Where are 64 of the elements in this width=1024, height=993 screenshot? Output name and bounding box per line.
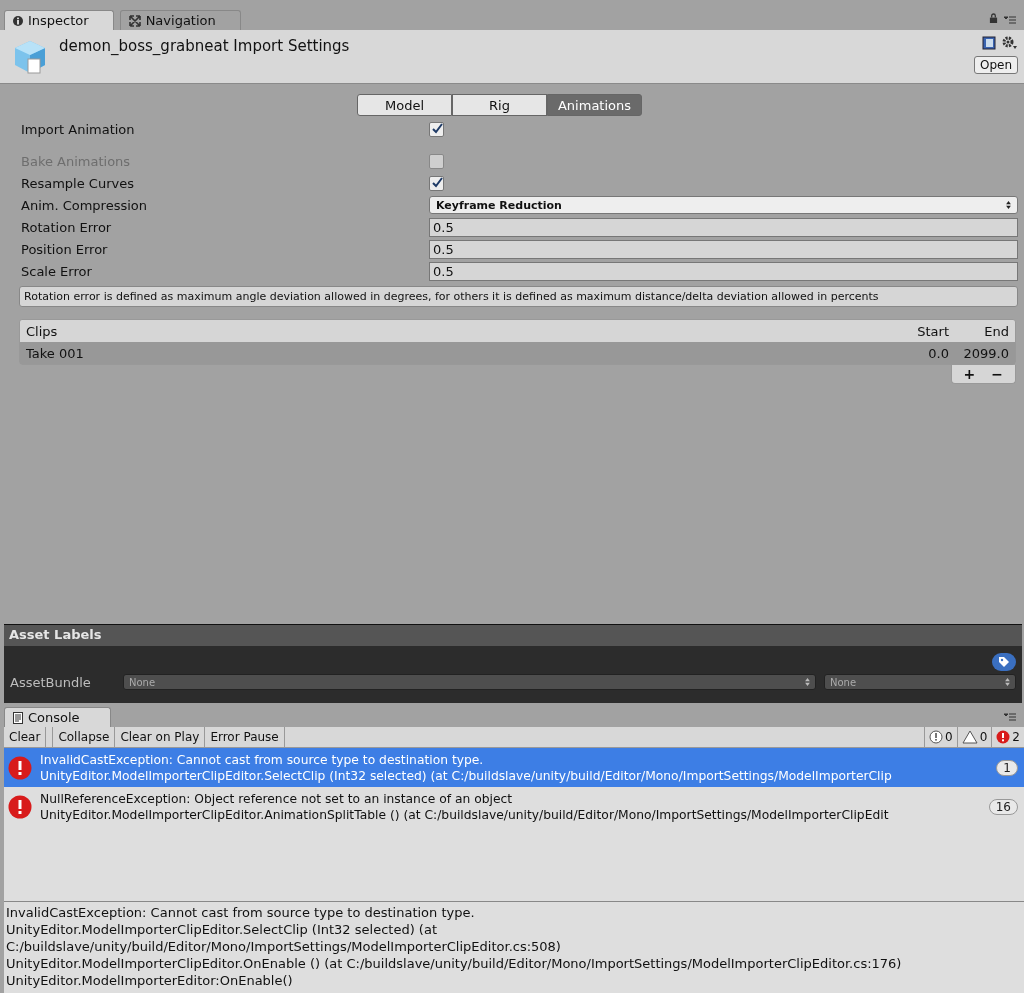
stack-trace-line: UnityEditor.ModelImporterClipEditor.SelectClip (Int32 selected) (at [6,921,438,938]
setting-label: Import Animation [21,121,136,137]
column-header: End [983,323,1009,339]
count-badge: 16 [988,798,1018,815]
cross-arrows-icon [128,14,141,27]
stack-trace-line: InvalidCastException: Cannot cast from source type to destination type. [6,904,476,921]
error-icon [8,755,32,780]
document-icon [13,711,23,724]
clip-start: 0.0 [927,345,949,361]
checkbox[interactable] [429,175,444,191]
setting-label: Rotation Error [21,219,113,235]
tag-button[interactable] [992,653,1016,671]
setting-label: Anim. Compression [21,197,149,213]
clip-name: Take 001 [26,345,85,361]
mode-tab[interactable]: Animations [547,94,642,116]
mode-tab[interactable]: Model [357,94,452,116]
settings-icon[interactable] [1002,36,1018,50]
stack-trace-line: UnityEditor.ModelImporterClipEditor.OnEnable () (at C:/buildslave/unity/build/Editor/Mono/ImportSettings/ModelImporterClipEditor.cs:176) [6,955,903,972]
compression-dropdown[interactable]: Keyframe Reduction [429,196,1018,214]
number-field[interactable]: 0.5 [429,217,1018,237]
stack-trace-line: UnityEditor.ModelImporterEditor:OnEnable() [6,972,294,989]
mode-tab[interactable]: Rig [452,94,547,116]
info-icon [929,730,944,744]
clip-end: 2099.0 [962,345,1009,361]
column-header: Start [916,323,949,339]
number-field[interactable]: 0.5 [429,261,1018,281]
add-button[interactable]: + [957,365,982,383]
count-badge: 1 [996,759,1018,776]
remove-button[interactable]: − [985,365,1009,383]
bundle-dropdown[interactable]: None [123,674,816,690]
log-trace: UnityEditor.ModelImporterClipEditor.AnimationSplitTable () (at C:/buildslave/unity/build/Editor/Mono/ImportSettings/ModelImporterClipEdit [40,806,890,823]
info-icon [13,15,23,26]
asset-title: demon_boss_grabneat Import Settings [59,37,350,57]
menu-icon[interactable] [1004,16,1016,24]
setting-label: Position Error [21,241,109,257]
log-message: NullReferenceException: Object reference not set to an instance of an object [40,790,514,807]
toolbar-button[interactable]: Collapse [52,727,116,747]
column-header: Clips [26,323,59,339]
panel-tab[interactable]: Navigation [119,10,241,30]
section-title: Asset Labels [4,625,1022,646]
menu-icon[interactable] [1004,713,1016,721]
checkbox[interactable] [429,121,444,137]
updown-icon [1005,678,1010,686]
variant-dropdown[interactable]: None [824,674,1016,690]
setting-label: Resample Curves [21,175,135,191]
stack-trace-line: C:/buildslave/unity/build/Editor/Mono/ImportSettings/ModelImporterClipEditor.cs:508) [6,938,562,955]
setting-label: Scale Error [21,263,93,279]
updown-icon [805,678,810,686]
log-message: InvalidCastException: Cannot cast from source type to destination type. [40,751,485,768]
help-box: Rotation error is defined as maximum angle deviation allowed in degrees, for others it is defined as maximum distance/delta deviation allowed in percents [19,286,1018,307]
clip-row[interactable]: Take 001 0.0 2099.0 [20,342,1015,364]
assetbundle-label: AssetBundle [10,674,92,690]
log-trace: UnityEditor.ModelImporterClipEditor.SelectClip (Int32 selected) (at C:/buildslave/unity/build/Editor/Mono/ImportSettings/ModelImporterClip [40,767,893,784]
tag-icon [998,656,1010,668]
console-tab[interactable]: Console [4,707,111,727]
updown-icon [1006,201,1011,209]
open-button[interactable]: Open [973,56,1018,74]
lock-icon[interactable] [989,13,998,24]
error-icon [996,730,1011,744]
cube-icon [12,39,48,75]
warning-icon [961,730,978,744]
panel-tab[interactable]: Inspector [4,10,114,30]
number-field[interactable]: 0.5 [429,239,1018,259]
error-icon [8,794,32,819]
